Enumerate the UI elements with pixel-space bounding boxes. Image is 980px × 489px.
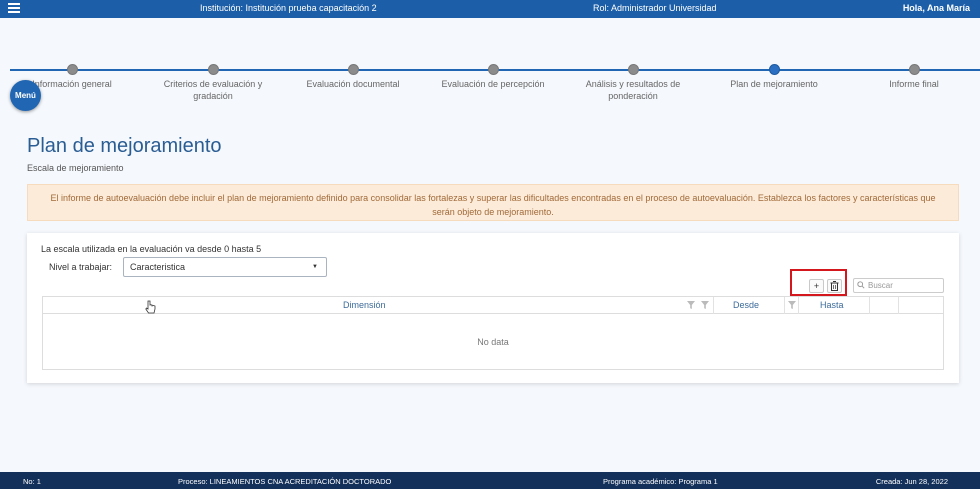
empty-state: No data [477,337,509,347]
grid-header: Dimensión Desde Hasta [43,297,943,314]
toolbar-highlight: + [790,269,847,296]
step-dot [207,64,219,75]
footer-creada: Creada: Jun 28, 2022 [875,477,948,486]
step-dot [908,64,920,75]
search-input[interactable]: Buscar [853,278,944,293]
nivel-select-value: Caracteristica [130,262,186,272]
step-analisis[interactable]: Análisis y resultados de ponderación [563,64,703,102]
filter-icon[interactable] [687,301,695,309]
add-button[interactable]: + [809,279,824,293]
step-dot [487,64,499,75]
data-grid: Dimensión Desde Hasta No data [42,296,944,370]
caret-down-icon: ▼ [312,264,318,270]
top-bar: Institución: Institución prueba capacita… [0,0,980,18]
footer-proceso: Proceso: LINEAMIENTOS CNA ACREDITACIÓN D… [178,477,392,486]
filter-icon[interactable] [788,301,796,309]
menu-button[interactable]: Menú [10,80,41,111]
role-label: Rol: Administrador Universidad [593,3,717,13]
column-separator [784,297,785,314]
step-label: Informe final [889,79,939,89]
trash-icon [830,281,839,291]
step-label: Plan de mejoramiento [730,79,818,89]
step-dot-active [768,64,780,75]
step-label: Criterios de evaluación y gradación [163,79,263,101]
user-greeting[interactable]: Hola, Ana María [903,3,970,13]
column-header-dimension[interactable]: Dimensión [343,297,386,314]
footer-no: No: 1 [23,477,41,486]
footer-bar: No: 1 Proceso: LINEAMIENTOS CNA ACREDITA… [0,472,980,489]
scale-card: La escala utilizada en la evaluación va … [27,233,959,383]
delete-button[interactable] [827,279,842,293]
page-title: Plan de mejoramiento [27,135,222,157]
nivel-label: Nivel a trabajar: [49,262,113,272]
step-criterios[interactable]: Criterios de evaluación y gradación [143,64,283,102]
step-evaluacion-documental[interactable]: Evaluación documental [283,64,423,90]
page-subtitle: Escala de mejoramiento [27,163,124,173]
mouse-cursor-icon [145,300,156,314]
step-plan-mejoramiento[interactable]: Plan de mejoramiento [704,64,844,90]
scale-description: La escala utilizada en la evaluación va … [41,244,262,254]
step-label: Evaluación documental [306,79,400,89]
info-alert: El informe de autoevaluación debe inclui… [27,184,959,221]
column-separator [798,297,799,314]
column-header-desde[interactable]: Desde [733,297,759,314]
institution-label: Institución: Institución prueba capacita… [200,3,377,13]
search-icon [857,281,865,289]
step-evaluacion-percepcion[interactable]: Evaluación de percepción [423,64,563,90]
step-label: Evaluación de percepción [441,79,545,89]
column-separator [713,297,714,314]
column-header-hasta[interactable]: Hasta [820,297,844,314]
search-placeholder: Buscar [868,281,893,290]
filter-icon[interactable] [701,301,709,309]
nivel-select[interactable]: Caracteristica ▼ [123,257,327,277]
hamburger-menu-icon[interactable] [8,3,20,15]
step-dot [66,64,78,75]
step-label: Análisis y resultados de ponderación [585,79,681,101]
column-separator [898,297,899,314]
step-informe-final[interactable]: Informe final [844,64,980,90]
footer-programa: Programa académico: Programa 1 [603,477,718,486]
step-dot [347,64,359,75]
step-dot [627,64,639,75]
column-separator [869,297,870,314]
